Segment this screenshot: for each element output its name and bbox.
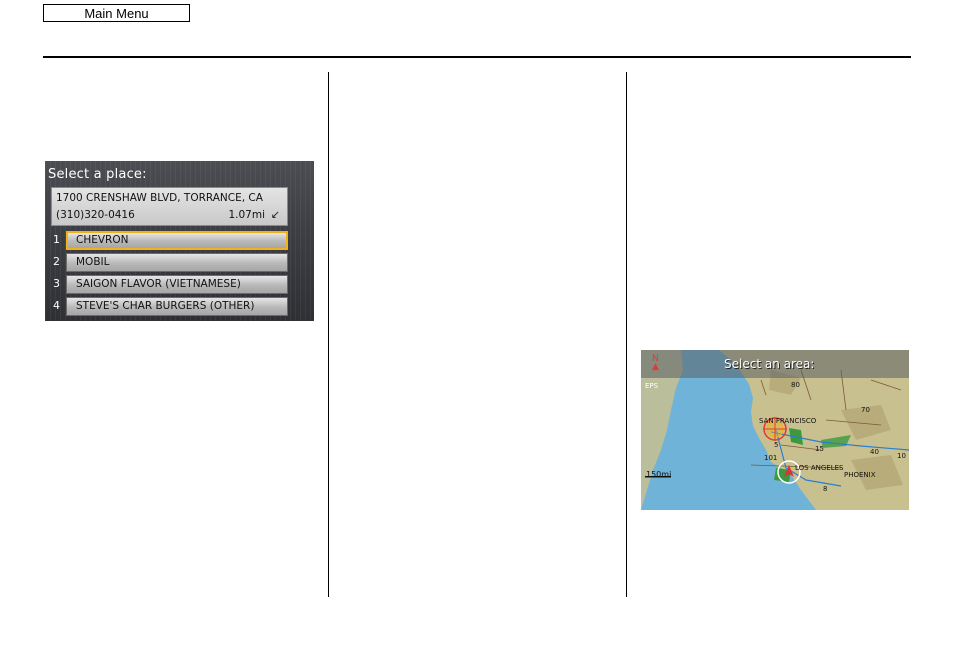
screen-title: Select a place: xyxy=(48,167,147,182)
city-label-san-francisco: SAN FRANCISCO xyxy=(759,417,817,425)
highway-5-label: 5 xyxy=(774,441,779,449)
map-title: Select an area: xyxy=(724,357,815,371)
select-place-screen: Select a place: 1700 CRENSHAW BLVD, TORR… xyxy=(45,161,314,321)
place-button-steves-char-burgers[interactable]: STEVE'S CHAR BURGERS (OTHER) xyxy=(66,297,288,316)
arrow-southwest-icon: ↙ xyxy=(270,208,280,221)
place-button-saigon-flavor[interactable]: SAIGON FLAVOR (VIETNAMESE) xyxy=(66,275,288,294)
eps-label: EPS xyxy=(645,382,659,390)
highway-8-label: 8 xyxy=(823,485,828,493)
north-arrow-icon: N ▲ xyxy=(652,354,659,372)
header-divider xyxy=(43,56,911,58)
list-item[interactable]: 4 STEVE'S CHAR BURGERS (OTHER) xyxy=(45,296,314,317)
select-area-map-screen[interactable]: N ▲ Select an area: EPS SAN FRANCISCO LOS… xyxy=(641,350,909,510)
highway-101-label: 101 xyxy=(764,454,778,462)
place-button-chevron[interactable]: CHEVRON xyxy=(66,231,288,250)
main-menu-button[interactable]: Main Menu xyxy=(43,4,190,22)
list-item-number: 2 xyxy=(53,255,60,268)
city-label-phoenix: PHOENIX xyxy=(844,471,876,479)
highway-80-label: 80 xyxy=(791,381,800,389)
address-box: 1700 CRENSHAW BLVD, TORRANCE, CA (310)32… xyxy=(51,187,288,226)
column-divider-1 xyxy=(328,72,329,597)
list-item[interactable]: 1 CHEVRON xyxy=(45,230,314,251)
list-item-number: 4 xyxy=(53,299,60,312)
list-item-number: 3 xyxy=(53,277,60,290)
list-item-number: 1 xyxy=(53,233,60,246)
list-item[interactable]: 3 SAIGON FLAVOR (VIETNAMESE) xyxy=(45,274,314,295)
map-scale-label: 150mi xyxy=(646,470,672,479)
distance-text: 1.07mi xyxy=(228,209,265,221)
phone-text: (310)320-0416 xyxy=(56,209,135,221)
highway-40-label: 40 xyxy=(870,448,879,456)
address-text: 1700 CRENSHAW BLVD, TORRANCE, CA xyxy=(56,192,263,204)
list-item[interactable]: 2 MOBIL xyxy=(45,252,314,273)
highway-70-label: 70 xyxy=(861,406,870,414)
highway-15-label: 15 xyxy=(815,445,824,453)
highway-10-label: 10 xyxy=(897,452,906,460)
place-button-mobil[interactable]: MOBIL xyxy=(66,253,288,272)
city-label-los-angeles: LOS ANGELES xyxy=(795,464,844,472)
column-divider-2 xyxy=(626,72,627,597)
